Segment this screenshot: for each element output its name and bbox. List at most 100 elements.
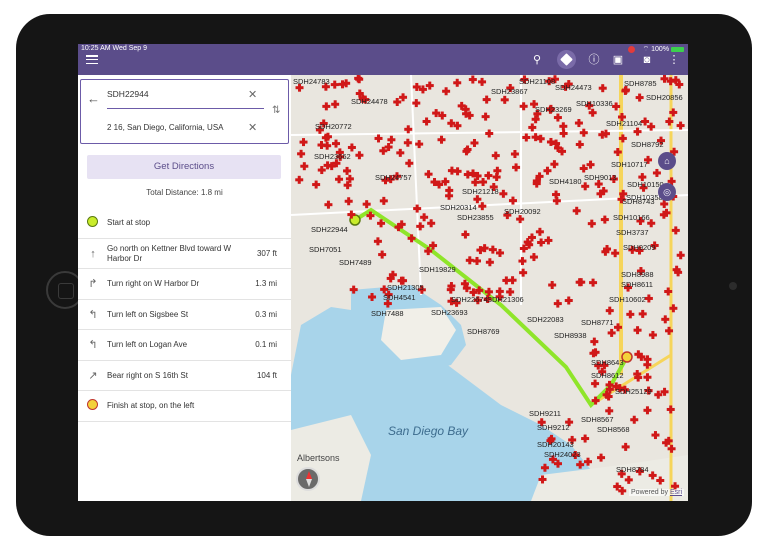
stop-marker-icon[interactable]: [653, 431, 657, 440]
stop-marker-icon[interactable]: [645, 373, 649, 382]
stop-marker-icon[interactable]: [450, 166, 454, 175]
stop-marker-icon[interactable]: [602, 187, 606, 196]
stop-marker-icon[interactable]: [677, 80, 681, 89]
stop-label[interactable]: SDH8612: [591, 371, 624, 380]
stop-marker-icon[interactable]: [641, 309, 645, 318]
stop-marker-icon[interactable]: [621, 134, 625, 143]
stop-marker-icon[interactable]: [431, 241, 435, 250]
clear-destination-icon[interactable]: ✕: [248, 121, 257, 134]
stop-marker-icon[interactable]: [530, 233, 534, 242]
stop-marker-icon[interactable]: [645, 406, 649, 415]
stop-marker-icon[interactable]: [608, 380, 612, 389]
stop-label[interactable]: SDH8643: [591, 358, 624, 367]
stop-marker-icon[interactable]: [550, 281, 554, 290]
stop-marker-icon[interactable]: [679, 251, 683, 260]
stop-marker-icon[interactable]: [443, 177, 447, 186]
stop-marker-icon[interactable]: [667, 326, 671, 335]
stop-marker-icon[interactable]: [513, 150, 517, 159]
stop-marker-icon[interactable]: [370, 292, 374, 301]
stop-marker-icon[interactable]: [615, 482, 619, 491]
stop-marker-icon[interactable]: [455, 78, 459, 87]
stop-marker-icon[interactable]: [379, 219, 383, 228]
stop-marker-icon[interactable]: [398, 148, 402, 157]
stop-marker-icon[interactable]: [415, 204, 419, 213]
stop-marker-icon[interactable]: [337, 175, 341, 184]
stop-label[interactable]: SDH10166: [613, 213, 650, 222]
stop-marker-icon[interactable]: [488, 258, 492, 267]
stop-marker-icon[interactable]: [468, 256, 472, 265]
stop-label[interactable]: SDH21305: [387, 283, 424, 292]
direction-step[interactable]: Start at stop: [78, 208, 291, 239]
stop-marker-icon[interactable]: [582, 128, 586, 137]
stop-marker-icon[interactable]: [504, 276, 508, 285]
stop-marker-icon[interactable]: [627, 475, 631, 484]
swap-icon[interactable]: ⇅: [272, 105, 280, 116]
stop-marker-icon[interactable]: [395, 97, 399, 106]
stop-marker-icon[interactable]: [647, 294, 651, 303]
stop-label[interactable]: SDH21306: [487, 295, 524, 304]
stop-marker-icon[interactable]: [349, 210, 353, 219]
stop-marker-icon[interactable]: [381, 146, 385, 155]
stop-marker-icon[interactable]: [456, 167, 460, 176]
stop-marker-icon[interactable]: [664, 438, 668, 447]
stop-label[interactable]: SDH7489: [339, 258, 372, 267]
stop-marker-icon[interactable]: [534, 115, 538, 124]
stop-marker-icon[interactable]: [357, 151, 361, 160]
stop-marker-icon[interactable]: [662, 210, 666, 219]
stop-marker-icon[interactable]: [487, 129, 491, 138]
stop-marker-icon[interactable]: [524, 133, 528, 142]
stop-marker-icon[interactable]: [526, 238, 530, 247]
search-icon[interactable]: ⚲: [529, 53, 545, 67]
direction-step[interactable]: ↰ Turn left on Logan Ave 0.1 mi: [78, 330, 291, 361]
info-icon[interactable]: ⓘ: [586, 53, 602, 67]
stop-marker-icon[interactable]: [560, 147, 564, 156]
stop-marker-icon[interactable]: [422, 213, 426, 222]
esri-link[interactable]: Esri: [670, 489, 682, 496]
stop-marker-icon[interactable]: [545, 166, 549, 175]
stop-marker-icon[interactable]: [320, 141, 324, 150]
stop-label[interactable]: SDH8988: [621, 270, 654, 279]
stop-marker-icon[interactable]: [543, 463, 547, 472]
stop-label[interactable]: SDH20772: [315, 122, 352, 131]
stop-marker-icon[interactable]: [428, 81, 432, 90]
stop-marker-icon[interactable]: [387, 143, 391, 152]
stop-marker-icon[interactable]: [635, 370, 639, 379]
stop-marker-icon[interactable]: [495, 166, 499, 175]
stop-marker-icon[interactable]: [466, 170, 470, 179]
stop-marker-icon[interactable]: [427, 170, 431, 179]
stop-marker-icon[interactable]: [302, 138, 306, 147]
stop-marker-icon[interactable]: [669, 77, 673, 86]
stop-marker-icon[interactable]: [455, 121, 459, 130]
stop-marker-icon[interactable]: [460, 101, 464, 110]
stop-marker-icon[interactable]: [669, 405, 673, 414]
stop-marker-icon[interactable]: [521, 268, 525, 277]
stop-label[interactable]: SDH24023: [544, 450, 581, 459]
stop-marker-icon[interactable]: [520, 257, 524, 266]
stop-marker-icon[interactable]: [418, 222, 422, 231]
stop-marker-icon[interactable]: [667, 117, 671, 126]
stop-label[interactable]: SDH4180: [549, 177, 582, 186]
stop-marker-icon[interactable]: [415, 82, 419, 91]
stop-marker-icon[interactable]: [616, 323, 620, 332]
stop-marker-icon[interactable]: [472, 138, 476, 147]
stop-marker-icon[interactable]: [440, 111, 444, 120]
stop-marker-icon[interactable]: [583, 182, 587, 191]
stop-marker-icon[interactable]: [567, 296, 571, 305]
stop-marker-icon[interactable]: [477, 286, 481, 295]
stop-marker-icon[interactable]: [591, 278, 595, 287]
stop-marker-icon[interactable]: [624, 442, 628, 451]
stop-marker-icon[interactable]: [579, 278, 583, 287]
direction-step[interactable]: ↗ Bear right on S 16th St 104 ft: [78, 361, 291, 391]
stop-label[interactable]: SDH23867: [491, 87, 528, 96]
stop-marker-icon[interactable]: [437, 180, 441, 189]
stop-marker-icon[interactable]: [636, 127, 640, 136]
stop-marker-icon[interactable]: [484, 112, 488, 121]
bus-icon[interactable]: ▣: [610, 53, 626, 67]
stop-marker-icon[interactable]: [357, 75, 361, 84]
stop-marker-icon[interactable]: [608, 306, 612, 315]
stop-label[interactable]: SDH7051: [309, 245, 342, 254]
stop-marker-icon[interactable]: [583, 434, 587, 443]
stop-marker-icon[interactable]: [662, 199, 666, 208]
stop-marker-icon[interactable]: [578, 140, 582, 149]
stop-marker-icon[interactable]: [302, 162, 306, 171]
